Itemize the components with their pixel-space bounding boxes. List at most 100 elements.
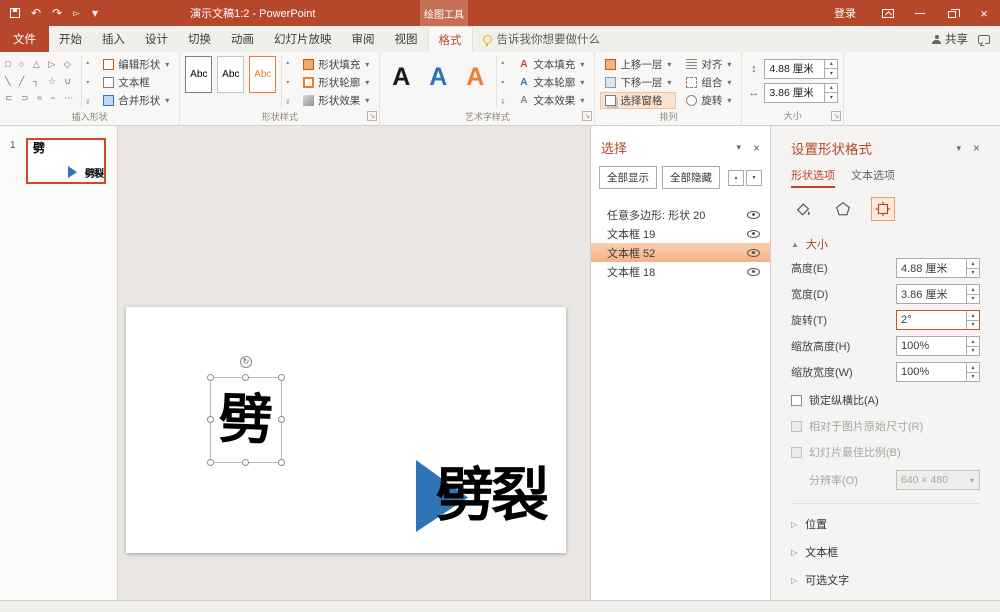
- redo-icon[interactable]: ↷: [52, 7, 62, 19]
- tab-animations[interactable]: 动画: [221, 26, 264, 52]
- hide-all-button[interactable]: 全部隐藏: [662, 166, 720, 189]
- tab-text-options[interactable]: 文本选项: [851, 167, 895, 188]
- spin-down-icon[interactable]: ▾: [967, 269, 979, 278]
- selected-text-box[interactable]: 劈 ↻: [207, 356, 285, 466]
- shape-gallery-row[interactable]: ╲ ╱ ┐ ☆ ∪: [5, 73, 76, 90]
- tab-file[interactable]: 文件: [0, 26, 49, 52]
- text-box-button[interactable]: 文本框: [98, 74, 174, 91]
- rotation-value[interactable]: 2°: [897, 311, 966, 329]
- spin-down-icon[interactable]: ▾: [825, 69, 837, 78]
- scale-height-stepper[interactable]: ▴ ▾: [966, 337, 979, 355]
- save-icon[interactable]: [10, 8, 20, 18]
- wordart-style-thumb[interactable]: A: [422, 56, 454, 98]
- tell-me-box[interactable]: 告诉我你想要做什么: [473, 26, 611, 52]
- selection-pane-button[interactable]: 选择窗格: [600, 92, 677, 109]
- dialog-launcher-icon[interactable]: ↘: [831, 111, 842, 121]
- resize-handle-e[interactable]: [278, 416, 285, 423]
- scroll-up-icon[interactable]: ▴: [286, 59, 289, 66]
- tab-shape-options[interactable]: 形状选项: [791, 167, 835, 188]
- close-button[interactable]: ×: [968, 0, 1000, 26]
- dialog-launcher-icon[interactable]: ↘: [582, 111, 593, 121]
- shape-outline-button[interactable]: 形状轮廓 ▾: [298, 74, 374, 91]
- height-stepper[interactable]: ▴ ▾: [966, 259, 979, 277]
- selection-item-label[interactable]: 文本框 18: [607, 264, 655, 280]
- tab-review[interactable]: 审阅: [342, 26, 385, 52]
- shape-effects-button[interactable]: 形状效果 ▾: [298, 92, 374, 109]
- sign-in-button[interactable]: 登录: [818, 0, 872, 26]
- show-all-button[interactable]: 全部显示: [599, 166, 657, 189]
- section-alt-text[interactable]: ▷ 可选文字: [791, 572, 980, 588]
- resize-handle-ne[interactable]: [278, 374, 285, 381]
- shape-width-value[interactable]: 3.86 厘米: [765, 84, 824, 102]
- selection-list-item[interactable]: 文本框 19: [591, 224, 770, 243]
- height-value[interactable]: 4.88 厘米: [897, 259, 966, 277]
- send-backward-button[interactable]: 下移一层 ▾: [600, 74, 676, 91]
- scroll-down-icon[interactable]: ▾: [501, 79, 504, 86]
- resize-handle-w[interactable]: [207, 416, 214, 423]
- slide-thumbnail[interactable]: 劈 劈裂: [26, 138, 106, 184]
- effects-icon[interactable]: [831, 197, 855, 221]
- slide-editing-area[interactable]: 劈 ↻ 劈裂: [118, 126, 590, 600]
- visibility-eye-icon[interactable]: [747, 248, 760, 257]
- text-outline-button[interactable]: A 文本轮廓 ▾: [513, 74, 589, 91]
- wordart-style-thumb[interactable]: A: [385, 56, 417, 98]
- tab-slideshow[interactable]: 幻灯片放映: [264, 26, 342, 52]
- spin-down-icon[interactable]: ▾: [967, 321, 979, 330]
- shape-style-thumb[interactable]: Abc: [217, 56, 245, 93]
- comments-icon[interactable]: [978, 34, 990, 44]
- shape-width-stepper[interactable]: ▴ ▾: [824, 83, 838, 102]
- wordart-style-thumb[interactable]: A: [459, 56, 491, 98]
- shape-gallery-row[interactable]: □ ○ △ ▷ ◇: [5, 56, 76, 73]
- move-down-button[interactable]: ▾: [746, 169, 762, 186]
- resize-handle-s[interactable]: [242, 459, 249, 466]
- visibility-eye-icon[interactable]: [747, 210, 760, 219]
- customize-qat-icon[interactable]: ▾: [92, 7, 98, 19]
- spin-up-icon[interactable]: ▴: [967, 337, 979, 347]
- pane-close-icon[interactable]: ×: [973, 142, 980, 154]
- edit-shape-button[interactable]: 编辑形状 ▾: [98, 56, 174, 73]
- undo-icon[interactable]: ↶: [31, 7, 41, 19]
- pane-close-icon[interactable]: ×: [753, 142, 760, 154]
- text-effects-button[interactable]: A 文本效果 ▾: [513, 92, 589, 109]
- shape-styles-scrollbar[interactable]: ▴ ▾ ⊽: [281, 56, 293, 109]
- resize-handle-nw[interactable]: [207, 374, 214, 381]
- move-up-button[interactable]: ▴: [728, 169, 744, 186]
- ribbon-display-options-button[interactable]: [872, 0, 904, 26]
- spin-down-icon[interactable]: ▾: [825, 93, 837, 102]
- scale-height-value[interactable]: 100%: [897, 337, 966, 355]
- pane-options-icon[interactable]: ▾: [956, 143, 961, 153]
- selection-item-label[interactable]: 任意多边形: 形状 20: [607, 207, 705, 223]
- scroll-up-icon[interactable]: ▴: [86, 59, 89, 66]
- art-text[interactable]: 劈: [210, 377, 283, 463]
- scale-height-input[interactable]: 100% ▴ ▾: [896, 336, 980, 356]
- rotation-input[interactable]: 2° ▴ ▾: [896, 310, 980, 330]
- restore-button[interactable]: [936, 0, 968, 26]
- selection-item-label[interactable]: 文本框 52: [607, 245, 655, 261]
- size-properties-icon[interactable]: [871, 197, 895, 221]
- rotate-handle[interactable]: ↻: [240, 356, 252, 368]
- tab-format[interactable]: 格式: [427, 26, 473, 52]
- gallery-more-icon[interactable]: ⊽: [86, 99, 90, 106]
- visibility-eye-icon[interactable]: [747, 229, 760, 238]
- section-position[interactable]: ▷ 位置: [791, 516, 980, 532]
- checkbox-icon[interactable]: [791, 394, 802, 406]
- gallery-more-icon[interactable]: ⊽: [286, 99, 290, 106]
- merge-shapes-button[interactable]: 合并形状 ▾: [98, 92, 174, 109]
- shape-height-input[interactable]: 4.88 厘米 ▴ ▾: [764, 58, 839, 79]
- group-button[interactable]: 组合 ▾: [681, 74, 736, 91]
- shape-fill-button[interactable]: 形状填充 ▾: [298, 56, 374, 73]
- bring-forward-button[interactable]: 上移一层 ▾: [600, 56, 676, 73]
- height-input[interactable]: 4.88 厘米 ▴ ▾: [896, 258, 980, 278]
- rotate-button[interactable]: 旋转 ▾: [681, 92, 736, 109]
- rotation-stepper[interactable]: ▴ ▾: [966, 311, 979, 329]
- spin-down-icon[interactable]: ▾: [967, 295, 979, 304]
- width-value[interactable]: 3.86 厘米: [897, 285, 966, 303]
- scale-width-value[interactable]: 100%: [897, 363, 966, 381]
- scroll-up-icon[interactable]: ▴: [501, 59, 504, 66]
- spin-up-icon[interactable]: ▴: [967, 363, 979, 373]
- spin-up-icon[interactable]: ▴: [967, 259, 979, 269]
- shape-width-input[interactable]: 3.86 厘米 ▴ ▾: [764, 82, 839, 103]
- tab-view[interactable]: 视图: [385, 26, 428, 52]
- width-stepper[interactable]: ▴ ▾: [966, 285, 979, 303]
- slide[interactable]: 劈 ↻ 劈裂: [126, 307, 566, 553]
